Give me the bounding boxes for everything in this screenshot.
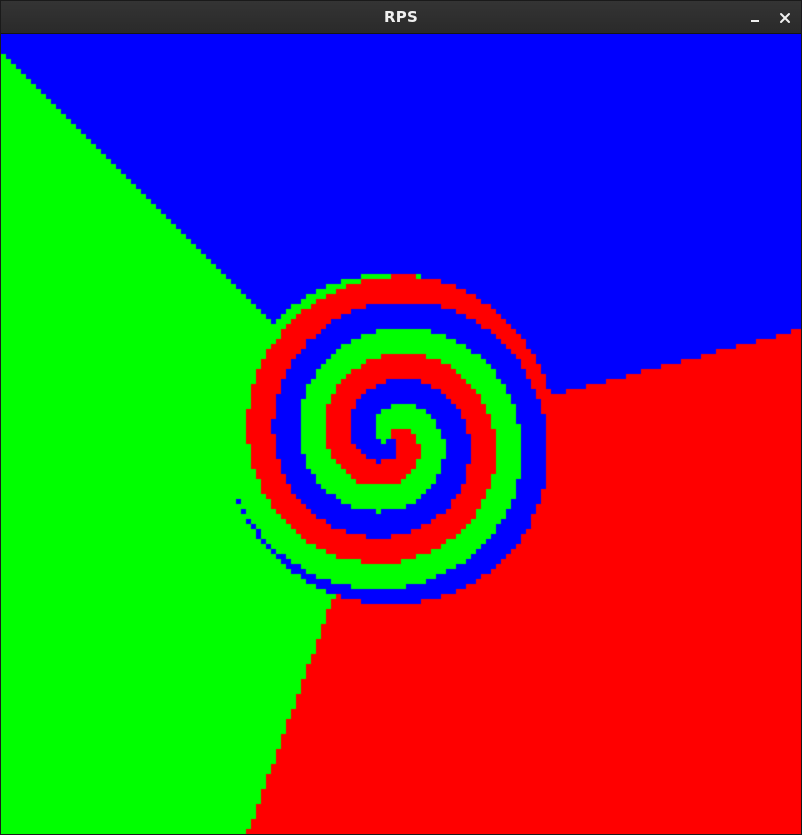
simulation-view[interactable] [1, 34, 801, 834]
close-button[interactable] [771, 4, 799, 32]
minimize-icon [751, 19, 759, 22]
rps-grid-canvas[interactable] [1, 34, 801, 834]
window-controls [741, 1, 801, 34]
close-icon [780, 12, 790, 23]
window-title: RPS [384, 8, 418, 26]
app-window: RPS [0, 0, 802, 835]
title-bar[interactable]: RPS [1, 1, 801, 34]
minimize-button[interactable] [741, 4, 769, 32]
